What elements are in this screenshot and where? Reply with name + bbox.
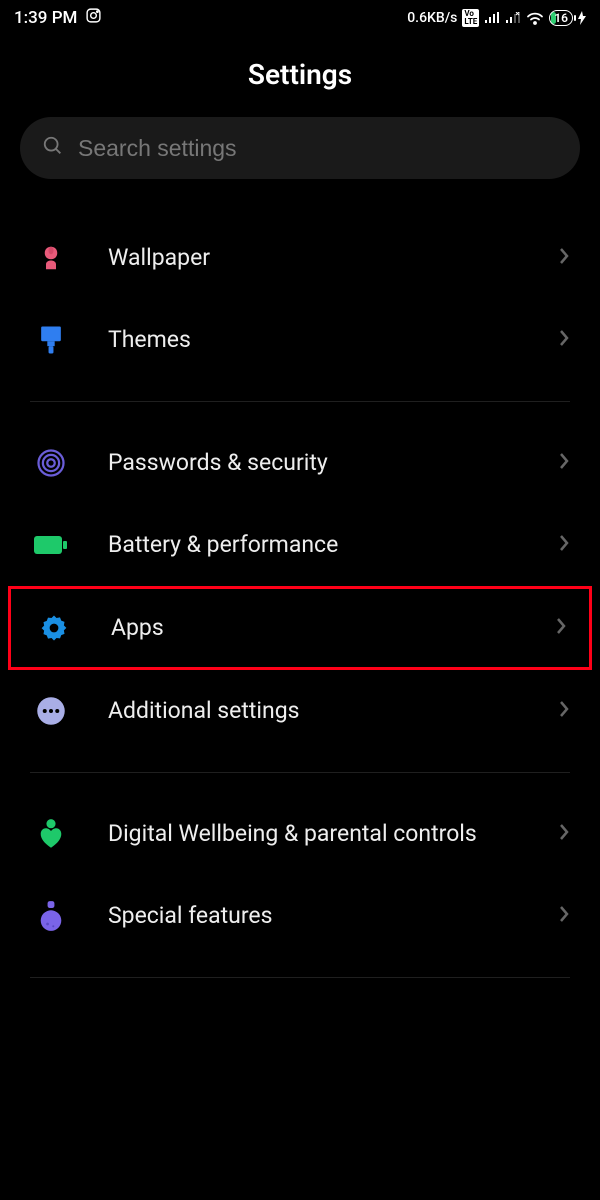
- charging-icon: [578, 11, 586, 25]
- settings-item-themes[interactable]: Themes: [0, 299, 600, 381]
- settings-item-label: Battery & performance: [108, 530, 518, 560]
- settings-item-label: Additional settings: [108, 696, 518, 726]
- settings-item-label: Passwords & security: [108, 448, 518, 478]
- page-title: Settings: [0, 36, 600, 117]
- chevron-right-icon: [558, 246, 570, 270]
- chevron-right-icon: [558, 904, 570, 928]
- divider: [30, 772, 570, 773]
- status-time: 1:39 PM: [14, 8, 77, 28]
- status-left: 1:39 PM: [14, 7, 102, 29]
- chevron-right-icon: [558, 533, 570, 557]
- chevron-right-icon: [558, 328, 570, 352]
- search-icon: [42, 135, 64, 161]
- divider: [30, 977, 570, 978]
- instagram-icon: [85, 7, 102, 29]
- data-rate: 0.6KB/s: [407, 10, 457, 26]
- chevron-right-icon: [555, 616, 567, 640]
- battery-icon: 16: [549, 10, 573, 26]
- fingerprint-icon: [34, 446, 68, 480]
- chevron-right-icon: [558, 822, 570, 846]
- settings-item-digital-wellbeing[interactable]: Digital Wellbeing & parental controls: [0, 793, 600, 875]
- heart-person-icon: [34, 817, 68, 851]
- status-right: 0.6KB/s VoLTE 16: [407, 9, 586, 27]
- flask-icon: [34, 899, 68, 933]
- search-input[interactable]: [78, 135, 558, 162]
- signal-icon-1: [484, 12, 500, 24]
- settings-item-label: Apps: [111, 613, 515, 643]
- settings-item-apps[interactable]: Apps: [8, 586, 592, 670]
- settings-item-special-features[interactable]: Special features: [0, 875, 600, 957]
- settings-item-passwords-security[interactable]: Passwords & security: [0, 422, 600, 504]
- gear-icon: [37, 611, 71, 645]
- settings-item-additional-settings[interactable]: Additional settings: [0, 670, 600, 752]
- search-bar[interactable]: [20, 117, 580, 179]
- status-bar: 1:39 PM 0.6KB/s VoLTE 16: [0, 0, 600, 36]
- settings-item-label: Digital Wellbeing & parental controls: [108, 819, 518, 849]
- volte-badge: VoLTE: [462, 9, 479, 27]
- settings-item-wallpaper[interactable]: Wallpaper: [0, 217, 600, 299]
- brush-icon: [34, 323, 68, 357]
- signal-icon-2: [505, 12, 521, 24]
- divider: [30, 401, 570, 402]
- chevron-right-icon: [558, 699, 570, 723]
- battery-icon: [34, 528, 68, 562]
- settings-item-label: Themes: [108, 325, 518, 355]
- tulip-icon: [34, 241, 68, 275]
- settings-item-battery-performance[interactable]: Battery & performance: [0, 504, 600, 586]
- settings-item-label: Special features: [108, 901, 518, 931]
- more-horizontal-icon: [34, 694, 68, 728]
- wifi-icon: [526, 11, 544, 25]
- chevron-right-icon: [558, 451, 570, 475]
- settings-list: Wallpaper Themes Passwords & security Ba…: [0, 199, 600, 978]
- battery-pct: 16: [554, 11, 568, 25]
- settings-item-label: Wallpaper: [108, 243, 518, 273]
